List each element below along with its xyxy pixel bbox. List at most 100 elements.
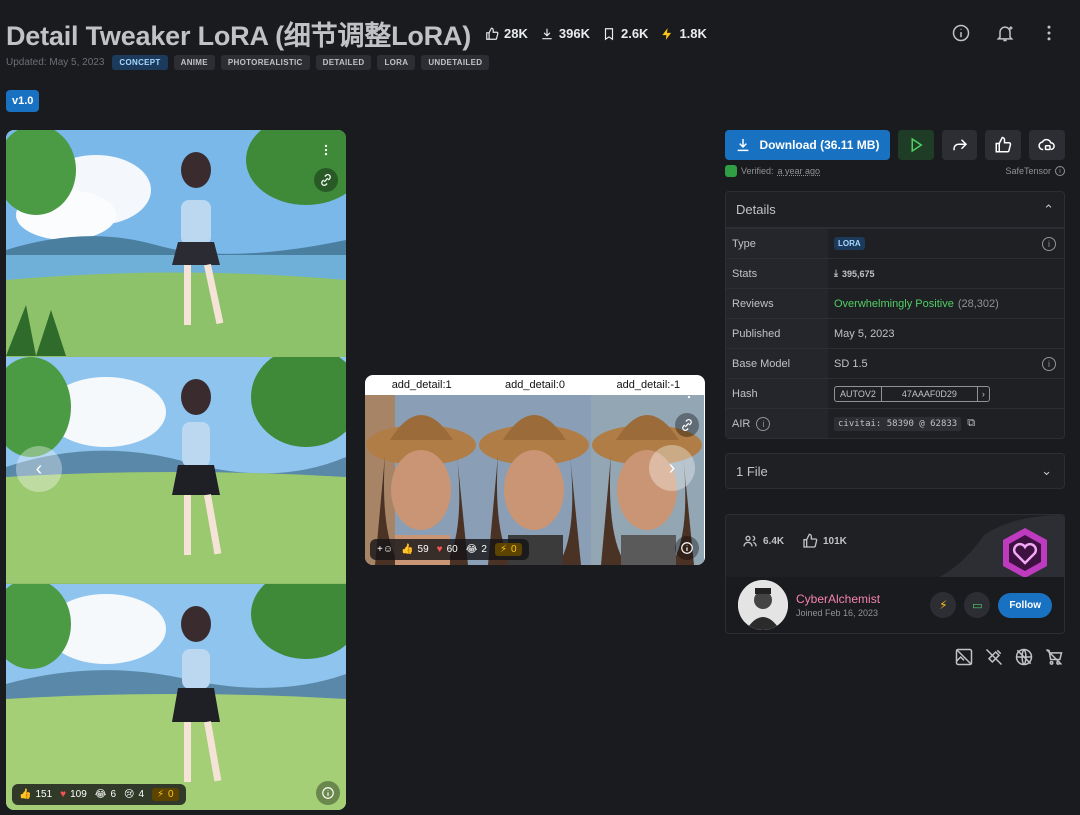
updated-date: Updated: May 5, 2023 (6, 57, 105, 68)
chevron-down-icon: ⌄ (1041, 463, 1052, 478)
avatar-image (738, 580, 788, 630)
download-icon: ⤓ (834, 268, 838, 278)
chevron-right-icon: › (981, 388, 985, 399)
likes-count: 28K (504, 26, 528, 41)
verified-time[interactable]: a year ago (778, 166, 821, 176)
reaction-buzz[interactable]: ⚡ 0 (494, 543, 522, 556)
reaction-laugh[interactable]: 😂 2 (466, 544, 487, 555)
type-badge: LORA (834, 237, 865, 250)
message-button[interactable]: ▭ (964, 592, 991, 618)
add-reaction-button[interactable]: +☺ (377, 544, 393, 555)
bookmark-icon (604, 27, 614, 40)
no-image-icon[interactable] (954, 647, 974, 667)
tag-concept[interactable]: CONCEPT (112, 55, 168, 70)
tag-photorealistic[interactable]: PHOTOREALISTIC (220, 55, 310, 70)
share-button[interactable] (941, 130, 978, 160)
cloud-save-button[interactable] (1029, 130, 1065, 160)
reaction-cry[interactable]: 😢 4 (124, 789, 144, 800)
carousel-next-button[interactable]: › (649, 445, 695, 491)
download-label: Download (36.11 MB) (759, 138, 880, 152)
dots-vertical-icon (1047, 25, 1051, 41)
tag-undetailed[interactable]: UNDETAILED (421, 55, 490, 70)
heart-icon: ♥ (60, 789, 67, 800)
like-button[interactable] (985, 130, 1022, 160)
page-title: Detail Tweaker LoRA (细节调整LoRA) (6, 21, 472, 51)
reviews-count: (28,302) (957, 297, 999, 310)
no-world-icon[interactable] (1014, 647, 1034, 667)
creator-actions: ⚡ ▭ Follow (930, 592, 1052, 618)
version-button[interactable]: v1.0 (6, 90, 40, 112)
reaction-laugh[interactable]: 😂 6 (95, 789, 116, 800)
tag-anime[interactable]: ANIME (173, 55, 215, 70)
link-icon (682, 419, 692, 431)
no-commerce-icon[interactable] (1044, 647, 1064, 667)
avatar[interactable] (738, 580, 788, 630)
carousel-prev-button[interactable]: ‹ (16, 446, 62, 492)
bookmarks-count: 2.6K (620, 26, 649, 41)
creator-name[interactable]: CyberAlchemist (796, 592, 880, 606)
creator-followers: 6.4K (742, 533, 784, 549)
file-format: SafeTensor i (1005, 166, 1065, 176)
reaction-like[interactable]: 👍 59 (401, 544, 429, 555)
add-emoji-icon: +☺ (377, 544, 394, 555)
image-panel-1 (6, 130, 346, 356)
lightning-icon: ⚡ (157, 789, 165, 800)
info-button[interactable] (944, 16, 978, 50)
notify-button[interactable] (988, 16, 1022, 50)
reaction-buzz[interactable]: ⚡ 0 (152, 788, 179, 801)
comparison-label-2: add_detail:0 (505, 379, 565, 391)
reviews-rating[interactable]: Overwhelmingly Positive (834, 298, 954, 310)
creator-card: 6.4K 101K CyberAlchemist Joined Feb 16, … (725, 514, 1065, 634)
creator-likes: 101K (802, 533, 847, 549)
tag-lora[interactable]: LORA (377, 55, 416, 70)
detail-row-type: Type LORA i (726, 228, 1064, 258)
thumbs-up-icon (486, 27, 499, 40)
info-icon[interactable]: i (1042, 236, 1056, 251)
sidebar: Download (36.11 MB) Verified: a year ago… (725, 130, 1065, 634)
lightning-icon (662, 27, 672, 40)
creator-heart-badge-icon (1003, 528, 1047, 578)
chevron-up-icon: ⌃ (1043, 201, 1054, 217)
image-link-button[interactable] (314, 168, 338, 192)
detail-row-base-model: Base Model SD 1.5 i (726, 348, 1064, 378)
reaction-like[interactable]: 👍 151 (19, 789, 52, 800)
details-title: Details (736, 202, 776, 217)
comparison-menu-button[interactable] (681, 381, 697, 405)
info-icon[interactable]: i (756, 416, 771, 431)
details-header[interactable]: Details ⌃ (726, 192, 1064, 228)
thumbs-up-icon: 👍 (19, 789, 32, 800)
info-icon[interactable]: i (1042, 356, 1056, 371)
cloud-lock-icon (1038, 138, 1055, 151)
copy-icon[interactable]: ⧉ (967, 417, 975, 430)
tag-detailed[interactable]: DETAILED (315, 55, 372, 70)
reaction-heart[interactable]: ♥ 60 (437, 544, 458, 555)
gallery-image-left[interactable]: ‹ 👍 151 ♥ 109 😂 6 😢 4 ⚡ 0 (6, 130, 346, 810)
download-button[interactable]: Download (36.11 MB) (725, 130, 890, 160)
tip-buzz-button[interactable]: ⚡ (930, 592, 957, 618)
no-tools-icon[interactable] (984, 647, 1004, 667)
thumbs-up-icon (803, 533, 818, 548)
info-icon (322, 787, 334, 799)
gallery-image-comparison[interactable]: add_detail:1 add_detail:0 add_detail:-1 (365, 375, 705, 565)
creator-joined: Joined Feb 16, 2023 (796, 608, 879, 618)
title-row: Detail Tweaker LoRA (细节调整LoRA) 28K 396K … (6, 14, 707, 53)
run-button[interactable] (897, 130, 934, 160)
hash-selector[interactable]: AUTOV2 47AAAF0D29 › (834, 385, 990, 402)
image-info-button[interactable] (316, 781, 340, 805)
follow-button[interactable]: Follow (998, 592, 1052, 618)
lightning-icon: ⚡ (939, 598, 948, 612)
comparison-reactions: +☺ 👍 59 ♥ 60 😂 2 ⚡ 0 (370, 539, 529, 560)
files-accordion[interactable]: 1 File ⌄ (725, 453, 1065, 489)
image-panel-3 (6, 584, 346, 810)
thumbs-up-icon: 👍 (401, 544, 414, 555)
info-icon[interactable]: i (1055, 166, 1065, 176)
comparison-link-button[interactable] (675, 413, 699, 437)
comparison-labels: add_detail:1 add_detail:0 add_detail:-1 (365, 375, 705, 395)
play-icon (911, 137, 923, 153)
shield-check-icon (725, 165, 737, 177)
reaction-heart[interactable]: ♥ 109 (60, 789, 87, 800)
more-menu-button[interactable] (1032, 16, 1066, 50)
image-menu-button[interactable] (314, 138, 338, 162)
comparison-info-button[interactable] (675, 536, 699, 560)
laugh-icon: 😂 (465, 544, 478, 555)
